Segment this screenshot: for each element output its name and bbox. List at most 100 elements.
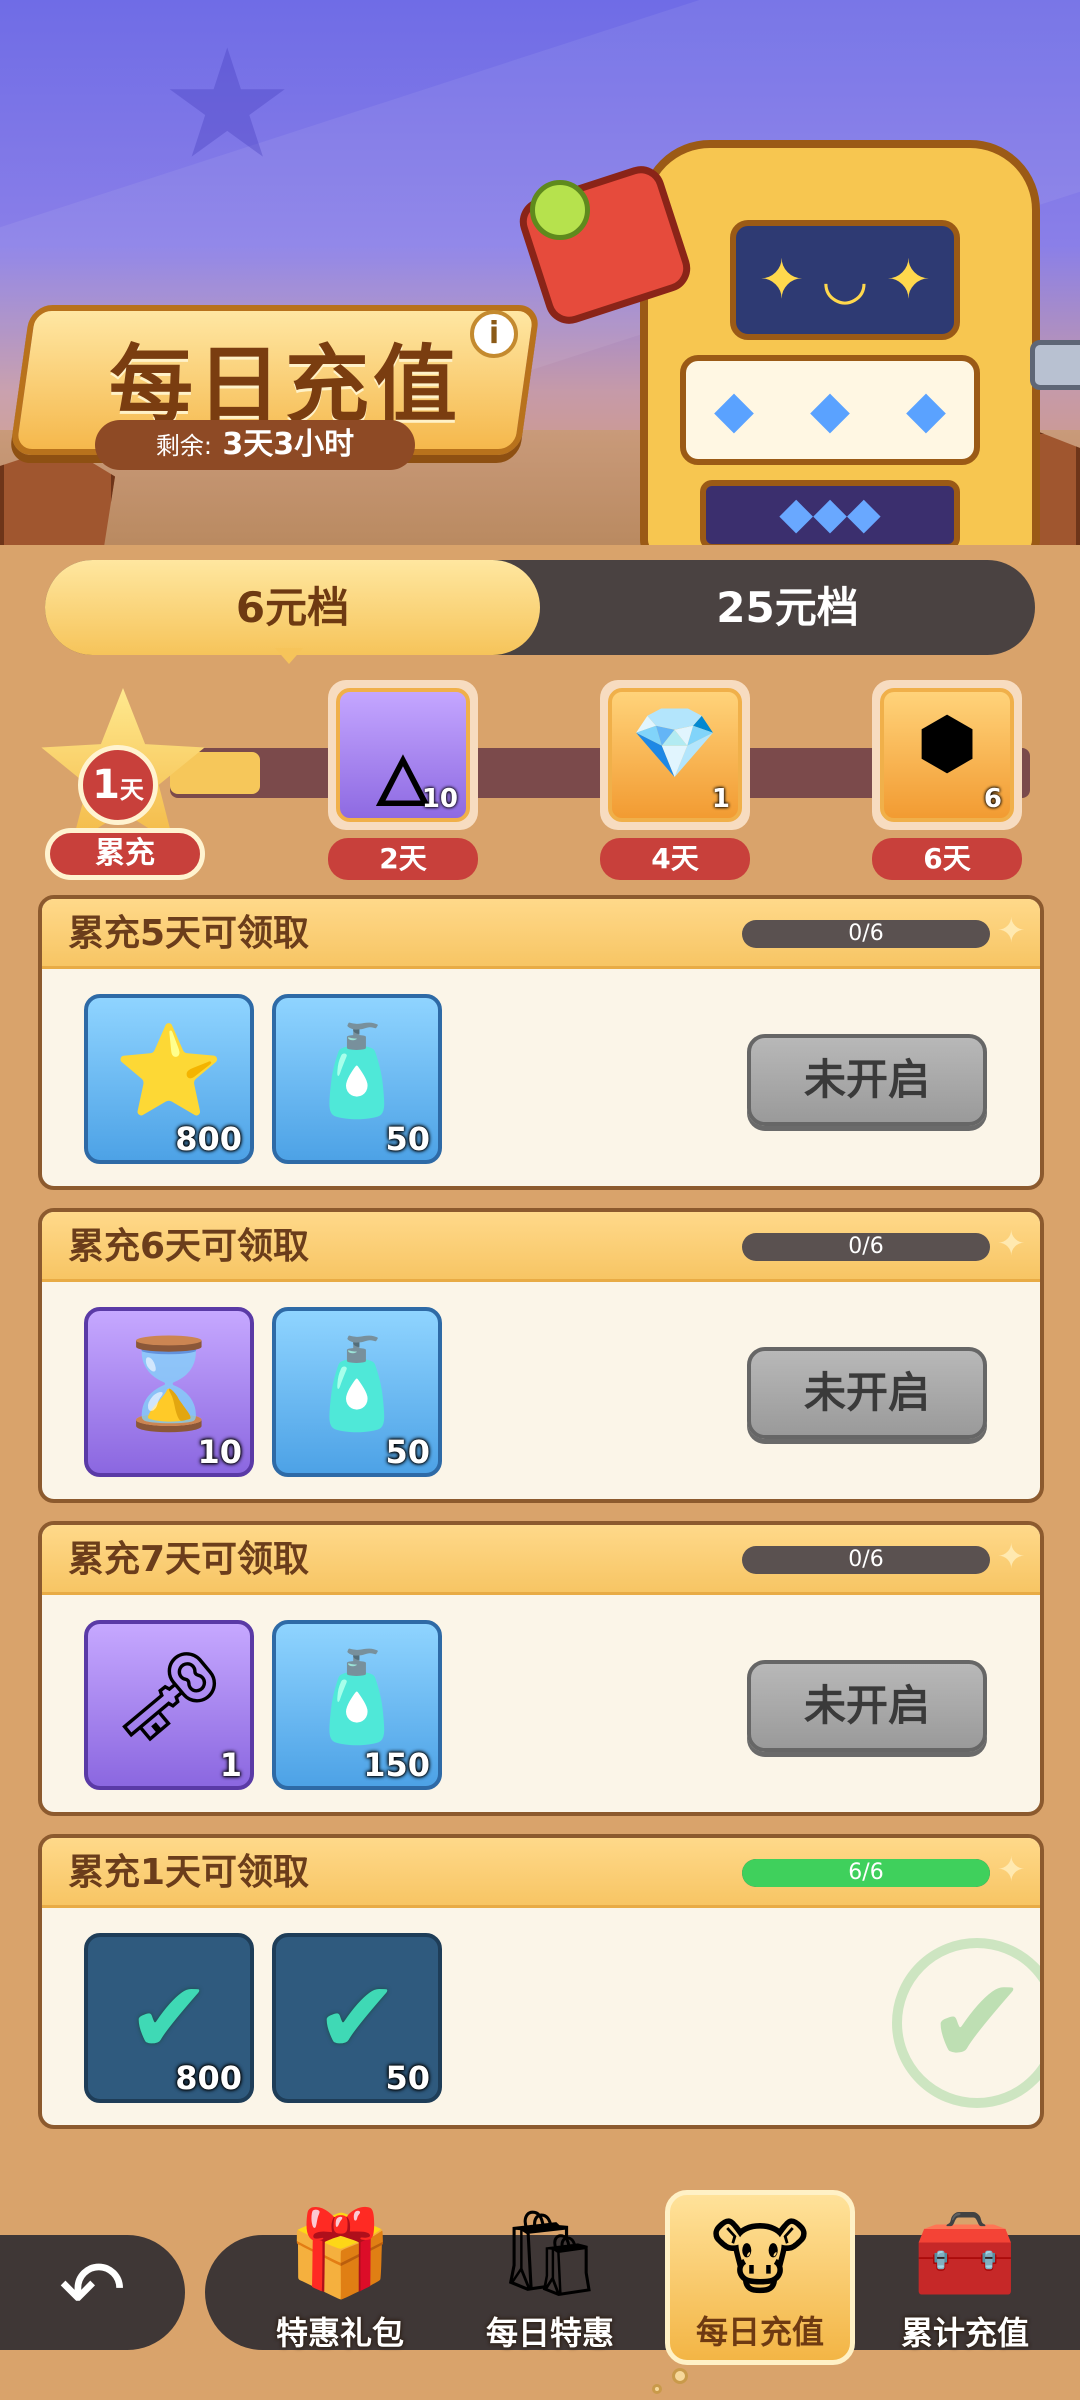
- blue-spirit-ring-icon: 🜂: [372, 741, 434, 823]
- task-progress-bar: 0/6: [742, 1546, 990, 1574]
- nav-label: 特惠礼包: [275, 2314, 404, 2352]
- gift-box-icon: 🎁: [287, 2204, 393, 2302]
- mystery-bottle-icon: 🧴: [302, 1019, 412, 1122]
- reward-count: 800: [175, 2059, 242, 2097]
- reward-item[interactable]: 🧴 50: [272, 994, 442, 1164]
- milestone-day-label: 2天: [328, 838, 478, 880]
- task-progress-text: 0/6: [848, 1547, 884, 1572]
- milestone-count: 10: [421, 784, 458, 814]
- task-card-header: 累充5天可领取 0/6 ✦: [42, 899, 1040, 969]
- tier-tabs: 6元档 25元档: [45, 560, 1035, 655]
- diamond-icon: ◆: [714, 380, 754, 440]
- treasure-chest-icon: 🧰: [912, 2204, 1018, 2302]
- reward-item[interactable]: ⭐ 800: [84, 994, 254, 1164]
- task-card: 累充5天可领取 0/6 ✦ ⭐ 800 🧴 50 未开启: [38, 895, 1044, 1190]
- task-title: 累充7天可领取: [68, 1539, 310, 1580]
- slot-ball-icon: [530, 180, 590, 240]
- task-title: 累充1天可领取: [68, 1852, 310, 1893]
- cow-mascot-icon: 🐮: [710, 2209, 810, 2307]
- nav-label: 累计充值: [900, 2314, 1029, 2352]
- remaining-label: 剩余:: [155, 432, 212, 460]
- current-day-unit: 天: [119, 776, 144, 804]
- info-icon[interactable]: i: [470, 310, 518, 358]
- current-day-badge: 1天: [78, 745, 158, 825]
- banner-star-decoration: ★: [160, 18, 295, 192]
- mystery-bottle-icon: 🧴: [302, 1332, 412, 1435]
- milestone-day-label: 6天: [872, 838, 1022, 880]
- sparkle-icon: ✦: [997, 1537, 1026, 1577]
- reward-count: 150: [363, 1746, 430, 1784]
- not-open-button[interactable]: 未开启: [747, 1034, 987, 1126]
- rainbow-cube-icon: ⬢: [916, 702, 978, 784]
- nav-label: 每日充值: [695, 2313, 824, 2351]
- task-card-header: 累充7天可领取 0/6 ✦: [42, 1525, 1040, 1595]
- milestone-frame: ⬢ 6: [880, 688, 1014, 822]
- bubble-decoration: [652, 2384, 662, 2394]
- reward-count: 1: [219, 1746, 242, 1784]
- task-card: 累充6天可领取 0/6 ✦ ⌛ 10 🧴 50 未开启: [38, 1208, 1044, 1503]
- gift-bag-icon: 🛍: [496, 2204, 604, 2302]
- reward-count: 50: [385, 1120, 430, 1158]
- bubble-decoration: [672, 2368, 688, 2384]
- task-card-header: 累充6天可领取 0/6 ✦: [42, 1212, 1040, 1282]
- task-progress-text: 6/6: [848, 1860, 884, 1885]
- slot-lever-icon: [1030, 340, 1080, 390]
- reward-item-claimed: ✔ 50: [272, 1933, 442, 2103]
- nav-label: 每日特惠: [485, 2314, 614, 2352]
- reward-count: 10: [197, 1433, 242, 1471]
- slot-screen: ✦ ◡ ✦: [730, 220, 960, 340]
- milestone-reward[interactable]: 💎 1: [600, 680, 750, 830]
- gold-coin-icon: ⭐: [114, 1019, 224, 1122]
- mystery-bottle-icon: 🧴: [302, 1645, 412, 1748]
- remaining-value: 3天3小时: [222, 427, 355, 462]
- milestone-frame: 💎 1: [608, 688, 742, 822]
- tab-25-yuan[interactable]: 25元档: [540, 560, 1035, 655]
- milestone-frame: 🜂 10: [336, 688, 470, 823]
- nav-item-cumulative-recharge[interactable]: 🧰 累计充值: [870, 2190, 1060, 2365]
- not-open-button[interactable]: 未开启: [747, 1347, 987, 1439]
- sparkle-icon: ✦: [997, 1224, 1026, 1264]
- task-card: 累充1天可领取 6/6 ✦ ✔ 800 ✔ 50 ✔: [38, 1834, 1044, 2129]
- reward-item[interactable]: 🧴 50: [272, 1307, 442, 1477]
- key-icon: 🗝: [113, 1645, 225, 1748]
- nav-item-daily-deal[interactable]: 🛍 每日特惠: [455, 2190, 645, 2365]
- task-progress-text: 0/6: [848, 1234, 884, 1259]
- hourglass-icon: ⌛: [114, 1332, 224, 1435]
- nav-item-special-pack[interactable]: 🎁 特惠礼包: [245, 2190, 435, 2365]
- task-card-header: 累充1天可领取 6/6 ✦: [42, 1838, 1040, 1908]
- reward-item[interactable]: ⌛ 10: [84, 1307, 254, 1477]
- crystal-ring-icon: 💎: [631, 702, 719, 784]
- task-progress-text: 0/6: [848, 921, 884, 946]
- slot-reels: ◆ ◆ ◆: [680, 355, 980, 465]
- milestone-day-label: 4天: [600, 838, 750, 880]
- not-open-button[interactable]: 未开启: [747, 1660, 987, 1752]
- slot-tray: ◆◆◆: [700, 480, 960, 545]
- task-progress-bar: 0/6: [742, 1233, 990, 1261]
- cumulative-label: 累充: [45, 828, 205, 880]
- current-day-number: 1: [92, 762, 120, 808]
- task-title: 累充6天可领取: [68, 1226, 310, 1267]
- task-progress-bar: 6/6: [742, 1859, 990, 1887]
- milestone-count: 1: [711, 784, 730, 814]
- milestone-reward[interactable]: 🜂 10: [328, 680, 478, 830]
- reward-item[interactable]: 🧴 150: [272, 1620, 442, 1790]
- diamond-icon: ◆: [906, 380, 946, 440]
- tab-pointer: [275, 648, 303, 664]
- milestone-count: 6: [983, 784, 1002, 814]
- nav-item-daily-recharge[interactable]: 🐮 每日充值: [665, 2190, 855, 2365]
- reward-item[interactable]: 🗝 1: [84, 1620, 254, 1790]
- sparkle-icon: ✦: [997, 1850, 1026, 1890]
- sparkle-icon: ✦: [997, 911, 1026, 951]
- slot-machine-illustration: ✦ ◡ ✦ ◆ ◆ ◆ ◆◆◆: [513, 100, 1080, 545]
- back-button[interactable]: ↶: [0, 2235, 185, 2350]
- milestone-reward[interactable]: ⬢ 6: [872, 680, 1022, 830]
- claimed-check-icon: ✔: [892, 1938, 1040, 2108]
- task-title: 累充5天可领取: [68, 913, 310, 954]
- tab-6-yuan[interactable]: 6元档: [45, 560, 540, 655]
- reward-count: 800: [175, 1120, 242, 1158]
- task-card: 累充7天可领取 0/6 ✦ 🗝 1 🧴 150 未开启: [38, 1521, 1044, 1816]
- reward-count: 50: [385, 1433, 430, 1471]
- reward-count: 50: [385, 2059, 430, 2097]
- task-progress-bar: 0/6: [742, 920, 990, 948]
- diamond-icon: ◆: [810, 380, 850, 440]
